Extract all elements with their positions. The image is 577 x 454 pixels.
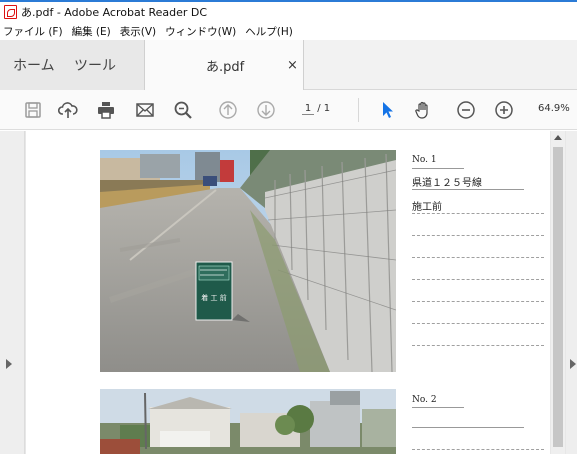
- document-workspace: 着 工 前 No. 1 県道１２５号線 施工前 No. 2: [0, 131, 577, 454]
- tab-home[interactable]: ホーム: [0, 40, 64, 90]
- expand-right-icon[interactable]: [570, 359, 576, 369]
- hand-icon[interactable]: [412, 99, 434, 121]
- save-icon[interactable]: [22, 99, 44, 121]
- expand-left-icon[interactable]: [6, 359, 12, 369]
- close-tab-icon[interactable]: ×: [287, 58, 298, 73]
- left-panel-toggle[interactable]: [0, 131, 25, 454]
- blank-line: [412, 323, 544, 324]
- toolbar: 1 / 1 64.9%: [0, 90, 577, 130]
- zoom-out-icon[interactable]: [455, 99, 477, 121]
- page-up-icon[interactable]: [217, 99, 239, 121]
- window-title: あ.pdf - Adobe Acrobat Reader DC: [21, 6, 208, 19]
- tab-bar: ホーム ツール あ.pdf ×: [0, 40, 577, 90]
- entry-number-1: No. 1: [412, 155, 437, 165]
- entry-status-1: 施工前: [412, 202, 442, 213]
- zoom-in-icon[interactable]: [493, 99, 515, 121]
- blank-line: [412, 345, 544, 346]
- page-indicator: 1 / 1: [302, 103, 330, 115]
- select-pointer-icon[interactable]: [376, 99, 398, 121]
- blank-line: [412, 213, 544, 214]
- scrollbar-thumb[interactable]: [553, 147, 563, 447]
- tab-tools[interactable]: ツール: [64, 40, 144, 90]
- tab-bar-empty: [304, 40, 577, 90]
- entry-location-2-underline: [412, 427, 524, 428]
- svg-text:着 工 前: 着 工 前: [201, 293, 226, 302]
- acrobat-pdf-icon: [4, 5, 17, 19]
- menu-window[interactable]: ウィンドウ(W): [165, 24, 236, 39]
- menu-edit[interactable]: 編集 (E): [72, 24, 111, 39]
- tab-document[interactable]: あ.pdf ×: [144, 40, 304, 90]
- menu-bar: ファイル (F) 編集 (E) 表示(V) ウィンドウ(W) ヘルプ(H): [0, 22, 577, 40]
- current-page-input[interactable]: 1: [302, 103, 314, 115]
- scroll-up-icon[interactable]: [554, 135, 562, 140]
- page-separator: /: [317, 103, 321, 114]
- mail-icon[interactable]: [134, 99, 156, 121]
- document-tab-label: あ.pdf: [206, 59, 245, 75]
- photo-road-before: 着 工 前: [100, 150, 396, 372]
- page-down-icon[interactable]: [255, 99, 277, 121]
- blank-line: [412, 257, 544, 258]
- menu-help[interactable]: ヘルプ(H): [245, 24, 293, 39]
- zoom-search-icon[interactable]: [172, 99, 194, 121]
- total-pages: 1: [323, 103, 331, 114]
- entry-number-2-underline: [412, 407, 464, 408]
- blank-line: [412, 449, 544, 450]
- entry-location-1-underline: [412, 189, 524, 190]
- right-panel-toggle[interactable]: [566, 131, 577, 454]
- zoom-level[interactable]: 64.9%: [538, 103, 570, 114]
- pdf-page: 着 工 前 No. 1 県道１２５号線 施工前 No. 2: [26, 131, 550, 454]
- blank-line: [412, 235, 544, 236]
- toolbar-divider: [358, 98, 359, 122]
- print-icon[interactable]: [95, 99, 117, 121]
- entry-number-2: No. 2: [412, 395, 437, 405]
- blank-line: [412, 301, 544, 302]
- entry-location-1: 県道１２５号線: [412, 178, 482, 189]
- title-bar: あ.pdf - Adobe Acrobat Reader DC: [0, 0, 577, 22]
- menu-file[interactable]: ファイル (F): [3, 24, 63, 39]
- vertical-scrollbar[interactable]: [551, 131, 565, 454]
- blank-line: [412, 279, 544, 280]
- menu-view[interactable]: 表示(V): [120, 24, 156, 39]
- photo-buildings: [100, 389, 396, 454]
- entry-number-1-underline: [412, 168, 464, 169]
- upload-icon[interactable]: [57, 99, 79, 121]
